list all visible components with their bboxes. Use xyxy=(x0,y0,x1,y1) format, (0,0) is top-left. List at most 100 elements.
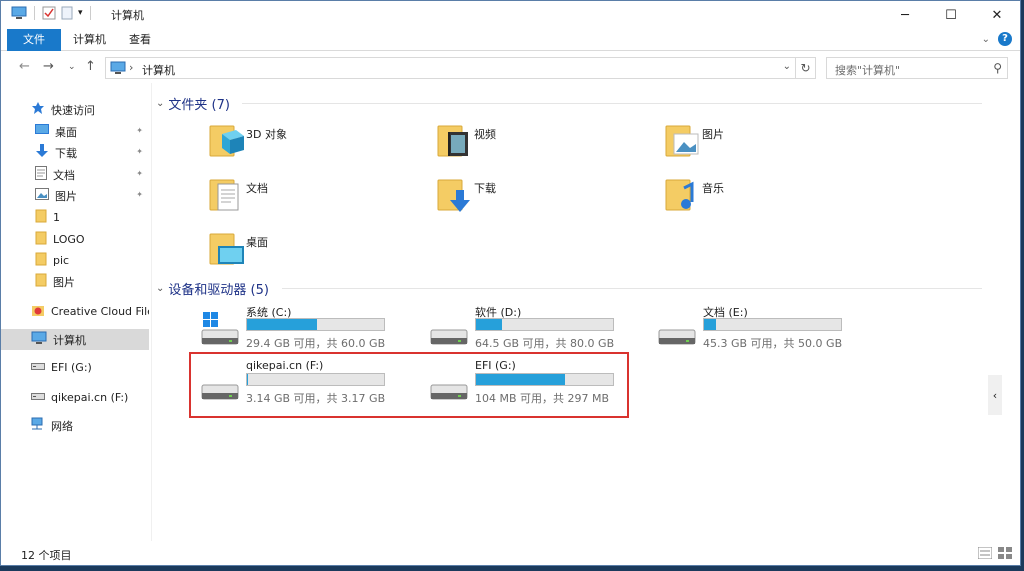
quick-access-toolbar: ▾ xyxy=(11,6,94,20)
view-switcher xyxy=(978,547,1012,559)
desktop-icon xyxy=(35,124,49,139)
sidebar-item-label: 计算机 xyxy=(53,333,86,347)
properties-icon[interactable] xyxy=(42,6,56,20)
drive-usage-fill xyxy=(704,319,717,330)
drive-usage-fill xyxy=(247,319,317,330)
pin-icon[interactable]: ✦ xyxy=(136,169,143,178)
tab-view[interactable]: 查看 xyxy=(117,29,163,51)
title-bar: ▾ 计算机 ─ ☐ ✕ xyxy=(1,1,1020,29)
documents-icon xyxy=(206,174,246,214)
address-path[interactable]: 计算机 xyxy=(142,62,175,78)
sidebar-item[interactable]: 图片 xyxy=(1,271,149,292)
sidebar-item-label: pic xyxy=(53,254,70,267)
maximize-button[interactable]: ☐ xyxy=(928,1,974,29)
sidebar-item[interactable]: 1 xyxy=(1,207,149,228)
minimize-button[interactable]: ─ xyxy=(882,1,928,29)
drive-icon xyxy=(31,361,45,374)
search-icon[interactable]: ⚲ xyxy=(993,61,1002,75)
sidebar-item-label: 图片 xyxy=(55,189,77,203)
drive-item[interactable]: 系统 (C:) 29.4 GB 可用，共 60.0 GB xyxy=(189,304,399,354)
computer-icon xyxy=(11,6,27,19)
refresh-icon[interactable]: ↻ xyxy=(795,58,815,78)
pin-icon[interactable]: ✦ xyxy=(136,147,143,156)
sidebar-item-label: 快速访问 xyxy=(51,103,95,117)
sidebar-item[interactable]: 文档 ✦ xyxy=(1,164,149,185)
explorer-window: ▾ 计算机 ─ ☐ ✕ 文件 计算机 查看 ⌄ ? ← → ⌄ ↑ › 计算机 … xyxy=(0,0,1021,566)
close-button[interactable]: ✕ xyxy=(974,1,1020,29)
chevron-down-icon[interactable]: ⌄ xyxy=(783,61,791,72)
pin-icon[interactable]: ✦ xyxy=(136,126,143,135)
creative-cloud-icon xyxy=(31,303,45,320)
pictures-icon xyxy=(662,120,702,160)
tab-file[interactable]: 文件 xyxy=(7,29,61,51)
folders-group-header[interactable]: ⌄ 文件夹 (7) xyxy=(156,94,230,113)
folder-label: 视频 xyxy=(474,128,496,141)
expand-ribbon-icon[interactable]: ⌄ xyxy=(982,34,990,45)
address-bar[interactable]: › 计算机 ⌄ ↻ xyxy=(105,57,816,79)
details-view-icon[interactable] xyxy=(978,547,992,559)
drive-item[interactable]: 软件 (D:) 64.5 GB 可用，共 80.0 GB xyxy=(418,304,628,354)
chevron-down-icon[interactable]: ⌄ xyxy=(156,98,164,109)
drive-usage-bar xyxy=(703,318,842,331)
drive-icon xyxy=(430,324,470,349)
sidebar-item-label: LOGO xyxy=(53,233,85,246)
sidebar-item[interactable]: 网络 xyxy=(1,415,149,436)
search-input[interactable]: 搜索"计算机" ⚲ xyxy=(826,57,1008,79)
sidebar-item-label: 桌面 xyxy=(55,125,77,139)
drive-usage-fill xyxy=(476,319,503,330)
folder-icon xyxy=(35,209,47,226)
tab-computer[interactable]: 计算机 xyxy=(61,29,118,51)
folder-item[interactable]: 视频 xyxy=(434,120,634,168)
download-icon xyxy=(35,144,49,161)
sidebar-item-label: 1 xyxy=(53,211,60,224)
folder-item[interactable]: 下载 xyxy=(434,174,634,222)
large-icons-view-icon[interactable] xyxy=(998,547,1012,559)
drive-icon xyxy=(658,324,698,349)
help-icon[interactable]: ? xyxy=(998,32,1012,46)
address-row: ← → ⌄ ↑ › 计算机 ⌄ ↻ 搜索"计算机" ⚲ xyxy=(1,55,1020,81)
sidebar-item[interactable]: 图片 ✦ xyxy=(1,185,149,206)
navigation-pane: 快速访问 桌面 ✦ 下载 ✦ 文档 ✦ 图片 ✦ 1 LOGO pic 图片 Creative Cloud… xyxy=(1,93,151,541)
new-folder-icon[interactable] xyxy=(60,6,74,20)
chevron-down-icon[interactable]: ⌄ xyxy=(156,283,164,294)
downloads-icon xyxy=(434,174,474,214)
search-placeholder: 搜索"计算机" xyxy=(835,64,901,77)
sidebar-item[interactable]: 桌面 ✦ xyxy=(1,121,149,142)
drive-item[interactable]: 文档 (E:) 45.3 GB 可用，共 50.0 GB xyxy=(646,304,856,354)
windows-drive-icon xyxy=(201,310,241,349)
sidebar-item[interactable]: 快速访问 xyxy=(1,99,149,120)
forward-button[interactable]: → xyxy=(43,59,54,74)
drive-space-info: 64.5 GB 可用，共 80.0 GB xyxy=(475,337,615,350)
drive-usage-bar xyxy=(246,318,385,331)
folder-item[interactable]: 图片 xyxy=(662,120,862,168)
folder-item[interactable]: 桌面 xyxy=(206,228,406,276)
folder-item[interactable]: 音乐 xyxy=(662,174,862,222)
folder-item[interactable]: 3D 对象 xyxy=(206,120,406,168)
drive-space-info: 29.4 GB 可用，共 60.0 GB xyxy=(246,337,386,350)
sidebar-item[interactable]: 计算机 xyxy=(1,329,149,350)
sidebar-item[interactable]: LOGO xyxy=(1,229,149,250)
back-button[interactable]: ← xyxy=(19,59,30,74)
pin-icon[interactable]: ✦ xyxy=(136,190,143,199)
sidebar-item-label: Creative Cloud Files xyxy=(51,305,149,318)
drives-group-header[interactable]: ⌄ 设备和驱动器 (5) xyxy=(156,279,269,298)
folder-label: 桌面 xyxy=(246,236,268,249)
sidebar-item[interactable]: 下载 ✦ xyxy=(1,142,149,163)
drive-space-info: 45.3 GB 可用，共 50.0 GB xyxy=(703,337,843,350)
sidebar-item[interactable]: EFI (G:) xyxy=(1,357,149,378)
sidebar-item[interactable]: pic xyxy=(1,250,149,271)
sidebar-item-label: 图片 xyxy=(53,275,75,289)
pictures-icon xyxy=(35,188,49,203)
chevron-right-icon[interactable]: › xyxy=(129,61,133,74)
ribbon-right: ⌄ ? xyxy=(982,32,1012,46)
recent-locations-icon[interactable]: ⌄ xyxy=(68,62,76,72)
customize-qat-icon[interactable]: ▾ xyxy=(78,8,83,18)
group-divider xyxy=(282,288,982,289)
up-button[interactable]: ↑ xyxy=(85,59,96,74)
folder-item[interactable]: 文档 xyxy=(206,174,406,222)
sidebar-item[interactable]: qikepai.cn (F:) xyxy=(1,387,149,408)
folders-group-title: 文件夹 (7) xyxy=(168,98,230,113)
preview-pane-toggle[interactable]: ‹ xyxy=(988,375,1002,415)
sidebar-item[interactable]: Creative Cloud Files xyxy=(1,301,149,322)
red-highlight-box xyxy=(189,352,629,418)
